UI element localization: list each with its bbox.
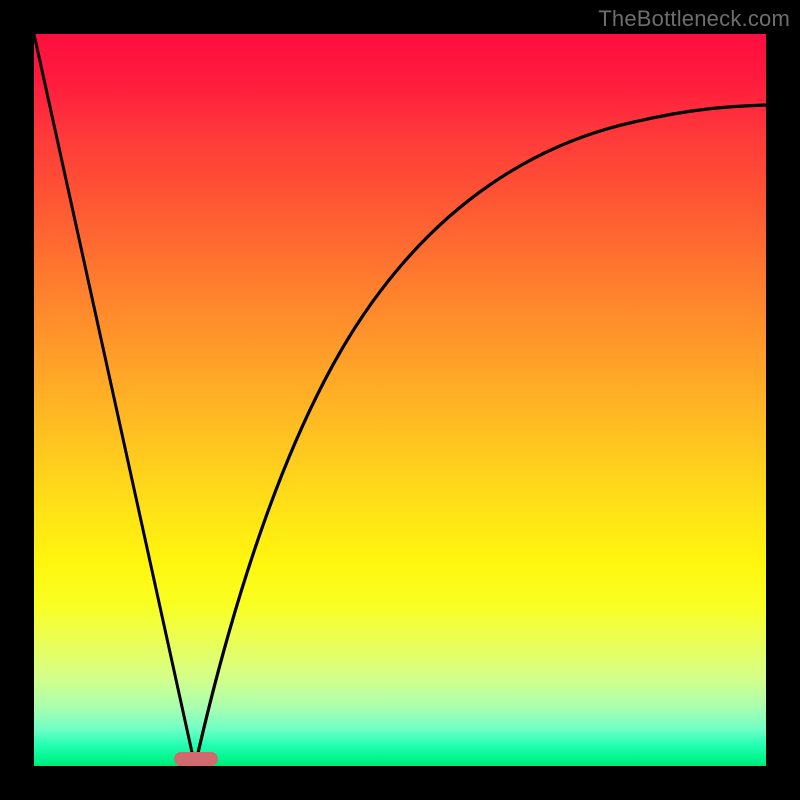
optimal-marker	[174, 752, 218, 766]
curve-right-branch	[195, 105, 766, 766]
plot-area	[34, 34, 766, 766]
chart-frame: TheBottleneck.com	[0, 0, 800, 800]
watermark-text: TheBottleneck.com	[598, 6, 790, 32]
curve-left-branch	[34, 34, 195, 766]
bottleneck-curve	[34, 34, 766, 766]
